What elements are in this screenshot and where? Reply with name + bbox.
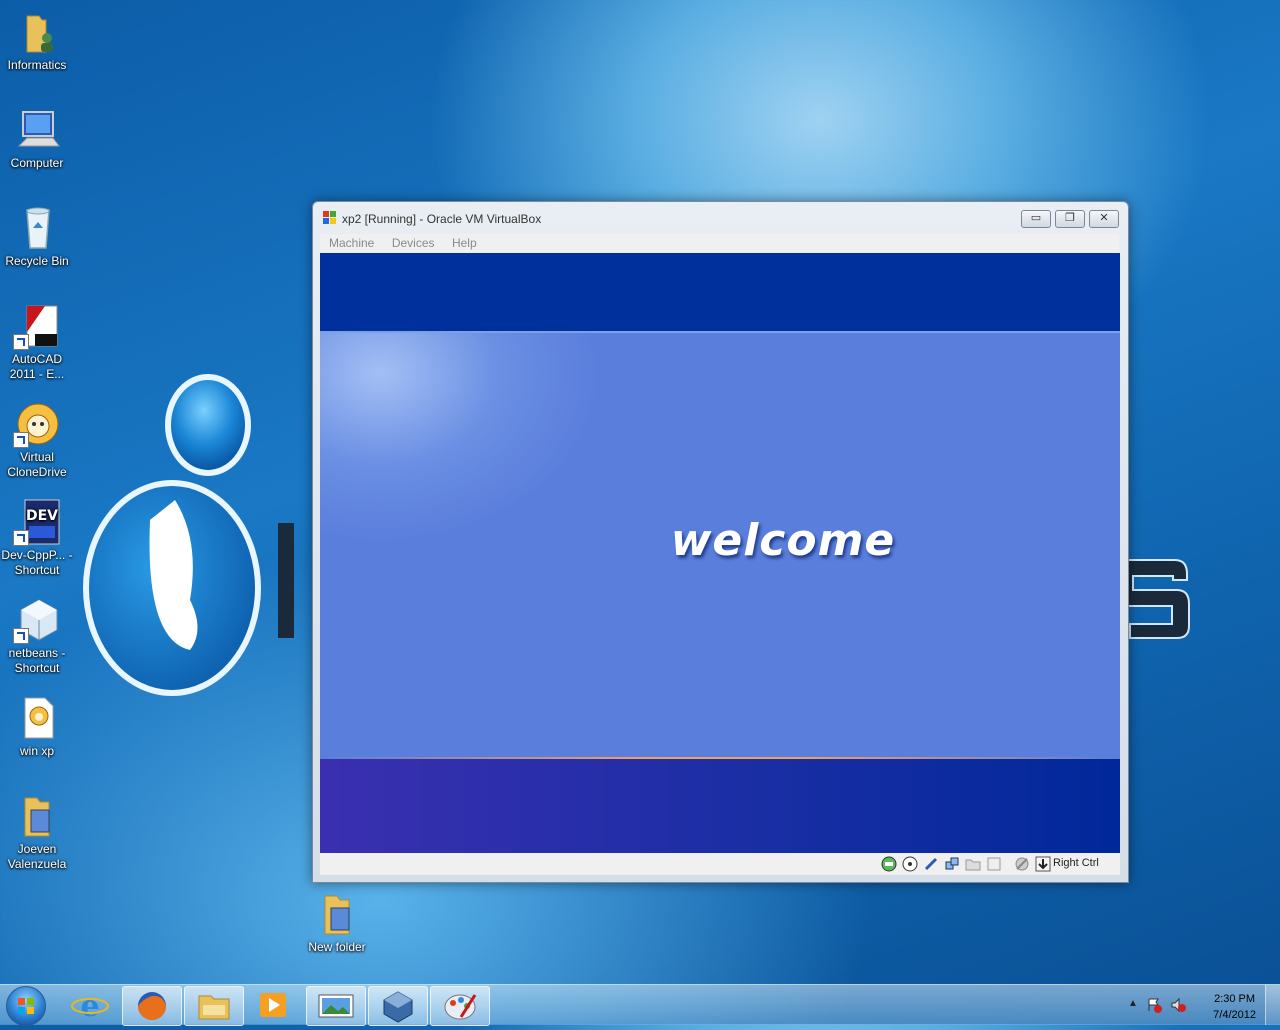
start-button[interactable]: [6, 986, 46, 1026]
action-center-icon[interactable]: [1146, 997, 1162, 1018]
desktop-icon-label: Joeven Valenzuela: [7, 842, 67, 871]
usb-icon[interactable]: [923, 856, 939, 872]
menu-devices[interactable]: Devices: [392, 234, 435, 253]
taskbar-paint[interactable]: [430, 986, 490, 1026]
desktop-icon-computer[interactable]: Computer: [0, 106, 74, 171]
shortcut-arrow-icon: [13, 432, 29, 448]
taskbar-internet-explorer[interactable]: e: [62, 986, 120, 1024]
window-titlebar[interactable]: xp2 [Running] - Oracle VM VirtualBox ▭ ❐…: [313, 202, 1128, 234]
taskbar-media-player[interactable]: [244, 986, 302, 1024]
svg-text:e: e: [80, 989, 99, 1024]
close-button[interactable]: ✕: [1089, 210, 1119, 228]
desktop-icon-label: Recycle Bin: [5, 254, 69, 268]
desktop-icon-label: Virtual CloneDrive: [7, 450, 67, 479]
xp-bottom-band: [320, 759, 1120, 853]
paint-icon: [444, 994, 477, 1020]
desktop-icon-label: win xp: [19, 744, 54, 758]
system-tray: ▲ 2:30 PM 7/4/2012: [1120, 985, 1280, 1025]
autocad-icon: [13, 302, 61, 350]
desktop-icon-label: netbeans - Shortcut: [8, 646, 66, 675]
status-bar: Right Ctrl: [320, 853, 1120, 875]
desktop-icon-label: Dev-CppP... - Shortcut: [1, 548, 73, 577]
desktop-icon-devcpp[interactable]: DEV Dev-CppP... - Shortcut: [0, 498, 74, 578]
restore-button[interactable]: ❐: [1055, 210, 1085, 228]
taskbar-windows-explorer[interactable]: [184, 986, 244, 1026]
show-hidden-icons-button[interactable]: ▲: [1128, 998, 1138, 1009]
desktop-icon-label: AutoCAD 2011 - E...: [9, 352, 65, 381]
virtual-clonedrive-icon: [13, 400, 61, 448]
shortcut-arrow-icon: [13, 628, 29, 644]
firefox-icon: [138, 992, 166, 1020]
devcpp-icon: DEV: [13, 498, 61, 546]
shared-folder-icon[interactable]: [965, 856, 981, 872]
computer-icon: [13, 106, 61, 154]
menu-bar: Machine Devices Help: [320, 234, 1119, 254]
virtualbox-icon: [383, 991, 413, 1023]
photo-viewer-icon: [318, 994, 354, 1018]
mouse-integration-icon[interactable]: [1014, 856, 1030, 872]
desktop-icon-virtual-clonedrive[interactable]: Virtual CloneDrive: [0, 400, 74, 480]
clock[interactable]: 2:30 PM 7/4/2012: [1213, 991, 1256, 1023]
taskbar-virtualbox[interactable]: [368, 986, 428, 1026]
iso-file-icon: [13, 694, 61, 742]
restore-icon: ❐: [1065, 212, 1075, 224]
volume-muted-icon[interactable]: [1170, 997, 1186, 1018]
hard-disk-icon[interactable]: [881, 856, 897, 872]
netbeans-icon: [13, 596, 61, 644]
taskbar-photo-viewer[interactable]: [306, 986, 366, 1026]
minimize-icon: ▭: [1030, 212, 1042, 224]
desktop-icon-label: Computer: [10, 156, 64, 170]
desktop-icon-informatics[interactable]: Informatics: [0, 8, 74, 73]
optical-drive-icon[interactable]: [902, 856, 918, 872]
windows-explorer-icon: [198, 995, 230, 1020]
folder-icon: [313, 890, 361, 938]
close-icon: ✕: [1099, 212, 1109, 224]
media-player-icon: [260, 993, 286, 1017]
desktop-icon-new-folder[interactable]: New folder: [300, 890, 374, 955]
minimize-button[interactable]: ▭: [1021, 210, 1051, 228]
desktop-icon-joeven-valenzuela[interactable]: Joeven Valenzuela: [0, 792, 74, 872]
desktop-icon-recycle-bin[interactable]: Recycle Bin: [0, 204, 74, 269]
window-title: xp2 [Running] - Oracle VM VirtualBox: [342, 212, 542, 226]
desktop-icon-label: Informatics: [7, 58, 67, 72]
menu-machine[interactable]: Machine: [329, 234, 374, 253]
xp-top-band: [320, 253, 1120, 333]
folder-user-icon: [13, 8, 61, 56]
menu-help[interactable]: Help: [452, 234, 477, 253]
clock-date: 7/4/2012: [1213, 1009, 1256, 1021]
windows-logo-icon: [18, 998, 34, 1014]
desktop-icon-label: New folder: [308, 940, 366, 954]
shortcut-arrow-icon: [13, 530, 29, 546]
display-icon[interactable]: [986, 856, 1002, 872]
host-key-icon[interactable]: [1035, 856, 1051, 872]
virtualbox-window[interactable]: xp2 [Running] - Oracle VM VirtualBox ▭ ❐…: [312, 201, 1129, 883]
vm-screen[interactable]: welcome: [320, 253, 1120, 853]
host-key-label: Right Ctrl: [1053, 857, 1099, 869]
clock-time: 2:30 PM: [1214, 993, 1256, 1005]
desktop-icon-autocad[interactable]: AutoCAD 2011 - E...: [0, 302, 74, 382]
network-icon[interactable]: [944, 856, 960, 872]
welcome-text: welcome: [670, 515, 896, 566]
svg-text:DEV: DEV: [26, 508, 58, 524]
show-desktop-button[interactable]: [1265, 985, 1280, 1025]
taskbar-firefox[interactable]: [122, 986, 182, 1026]
recycle-bin-icon: [13, 204, 61, 252]
folder-icon: [13, 792, 61, 840]
xp-logo-icon: [322, 210, 338, 226]
internet-explorer-icon: e: [71, 989, 109, 1024]
desktop-icon-win-xp[interactable]: win xp: [0, 694, 74, 759]
taskbar: e ▲ 2:30 PM 7/4/2012: [0, 984, 1280, 1026]
shortcut-arrow-icon: [13, 334, 29, 350]
desktop-icon-netbeans[interactable]: netbeans - Shortcut: [0, 596, 74, 676]
